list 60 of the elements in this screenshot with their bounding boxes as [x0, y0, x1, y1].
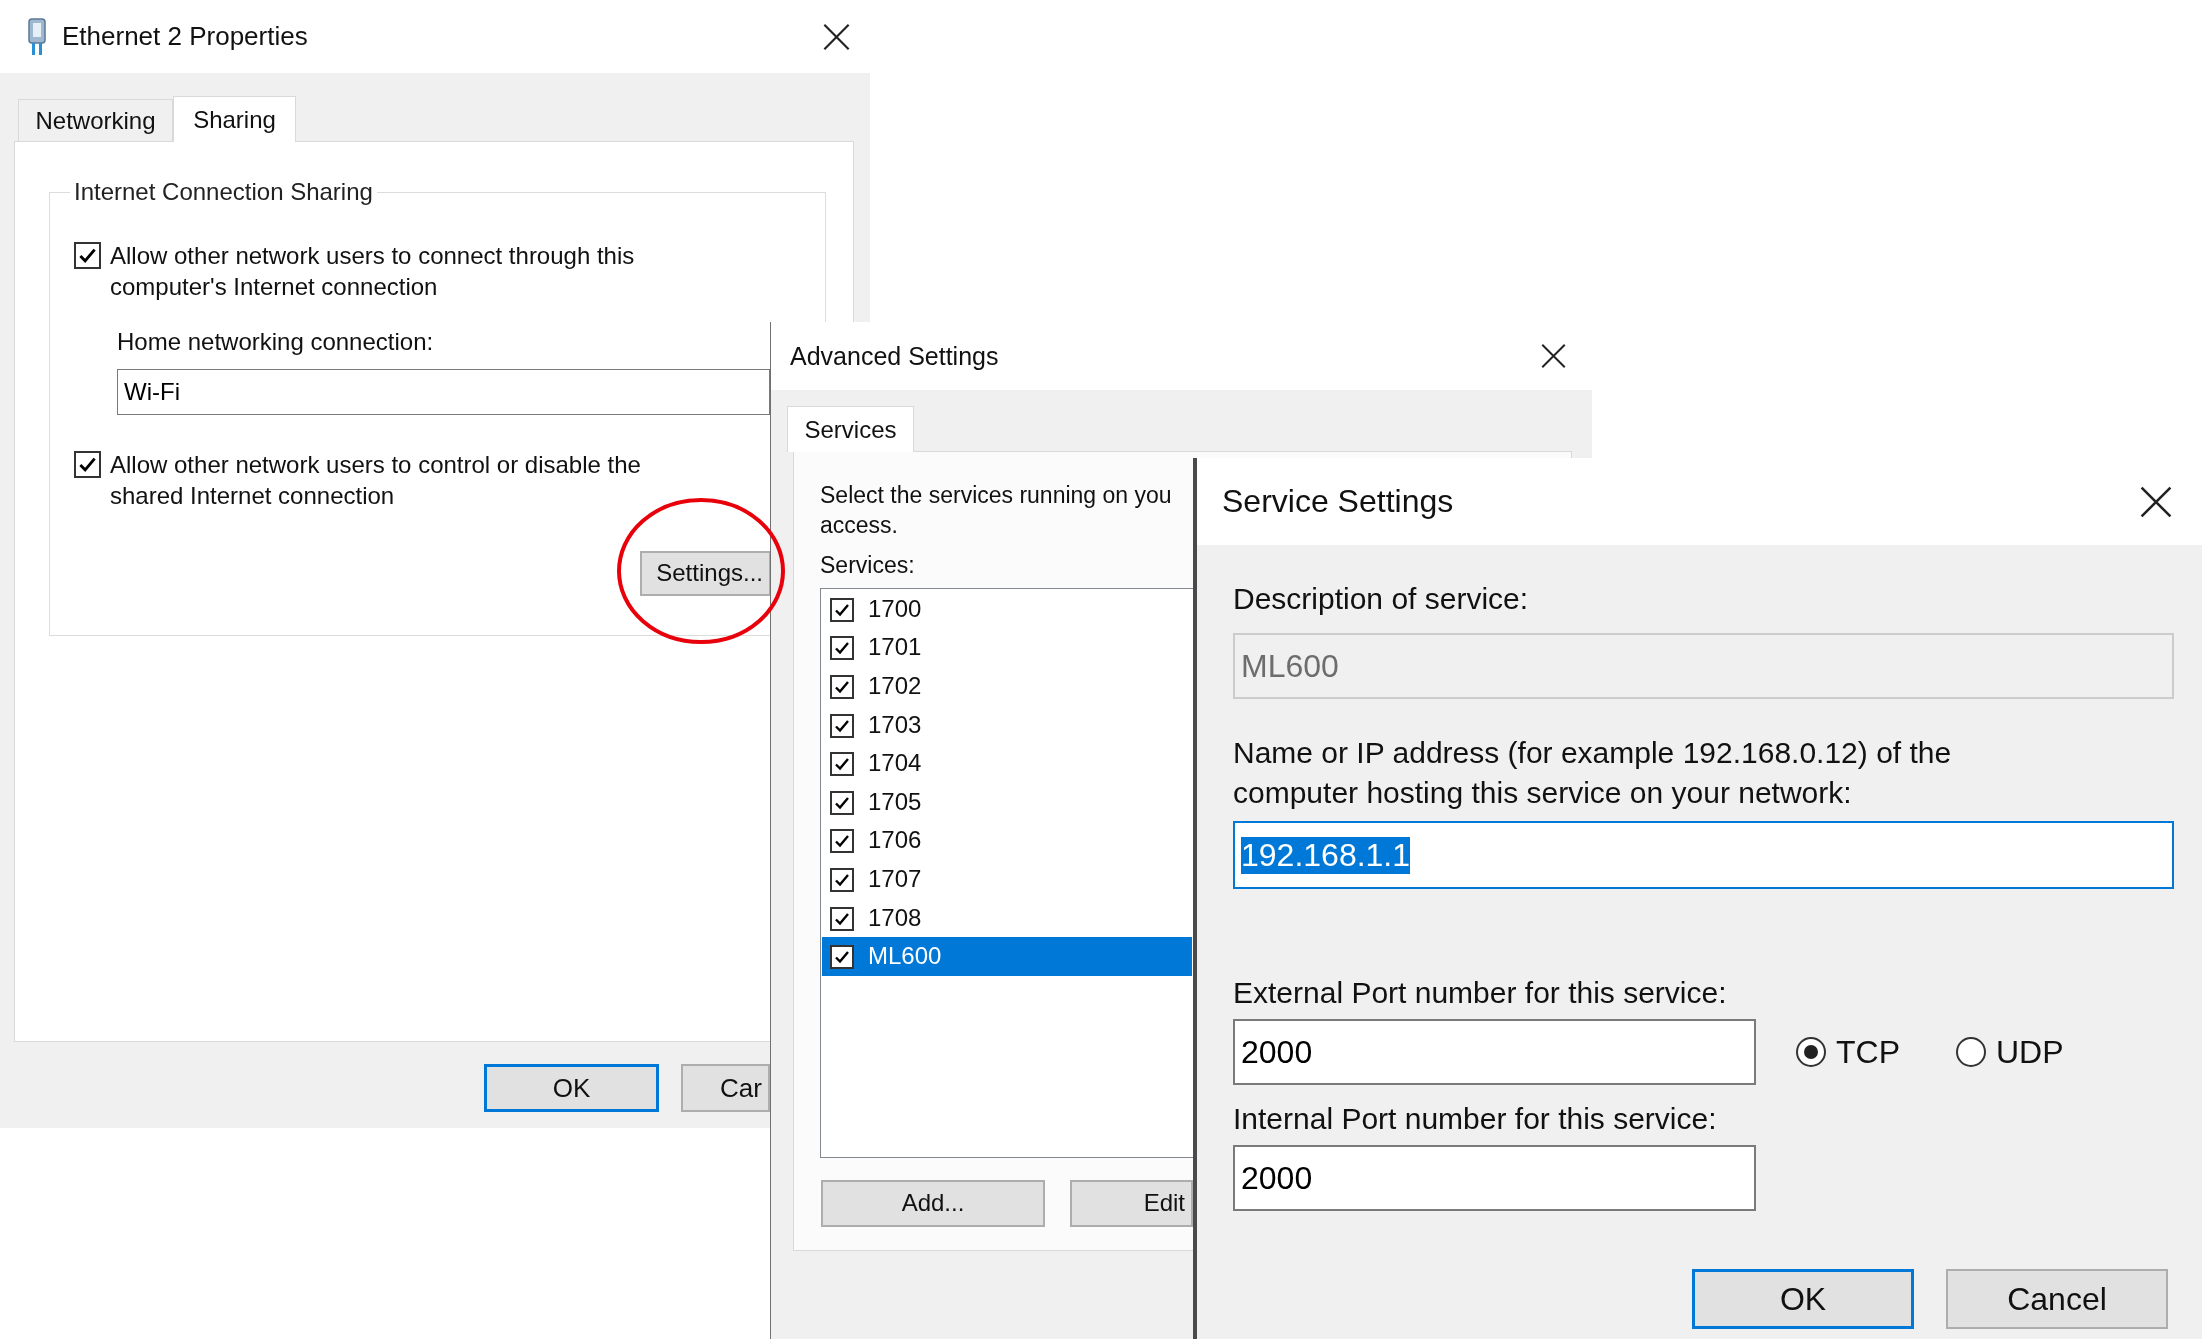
checkmark-icon: [834, 949, 850, 966]
checkbox-label: Allow other network users to connect through this computer's Internet connection: [110, 241, 636, 302]
close-icon[interactable]: [823, 23, 850, 50]
port-field[interactable]: 2000: [1233, 1145, 1756, 1211]
field-label: Name or IP address (for example 192.168.0.12) of the computer hosting this service on your network:: [1233, 735, 1953, 811]
checkmark-icon: [834, 679, 850, 696]
cancel-button[interactable]: Cancel: [1946, 1269, 2168, 1329]
list-item[interactable]: 1707: [822, 859, 1192, 899]
radio-button[interactable]: TCP: [1796, 1033, 1900, 1071]
field-label: External Port number for this service:: [1233, 975, 1728, 1011]
add-button[interactable]: Add...: [821, 1179, 1045, 1227]
checkbox[interactable]: [830, 636, 854, 661]
field-label: Internal Port number for this service:: [1233, 1101, 1718, 1137]
field-label: Services:: [820, 552, 916, 580]
checkmark-icon: [834, 640, 850, 657]
checkbox[interactable]: [830, 829, 854, 854]
tab[interactable]: Services: [787, 406, 914, 452]
list-item[interactable]: 1706: [822, 821, 1192, 860]
checkbox[interactable]: [830, 752, 854, 777]
checkbox[interactable]: [830, 945, 854, 970]
ok-button[interactable]: OK: [1692, 1269, 1914, 1329]
group-title: Internet Connection Sharing: [73, 178, 374, 206]
address-field[interactable]: 192.168.1.1: [1233, 821, 2174, 889]
window-title: Service Settings: [1222, 483, 1454, 520]
instruction-text: Select the services running on you access.: [820, 481, 1172, 540]
list-item[interactable]: 1708: [822, 898, 1192, 937]
checkbox[interactable]: [830, 597, 854, 622]
edit-button[interactable]: Edit: [1070, 1179, 1193, 1227]
port-field[interactable]: 2000: [1233, 1019, 1756, 1085]
field-label: Description of service:: [1233, 581, 1530, 617]
cancel-button[interactable]: Car: [681, 1064, 770, 1112]
checkmark-icon: [834, 872, 850, 889]
list-item[interactable]: 1700: [822, 589, 1192, 629]
list-item[interactable]: 1704: [822, 743, 1192, 783]
list-item[interactable]: ML600: [822, 936, 1192, 976]
checkbox[interactable]: [830, 713, 854, 738]
checkmark-icon: [834, 756, 850, 773]
list-item[interactable]: 1705: [822, 782, 1192, 822]
checkmark-icon: [78, 246, 97, 265]
list-item[interactable]: 1702: [822, 666, 1192, 706]
window-title: Advanced Settings: [790, 341, 999, 371]
checkmark-icon: [834, 833, 850, 850]
checkbox[interactable]: [74, 242, 101, 269]
checkbox[interactable]: [830, 868, 854, 893]
checkbox-label: Allow other network users to control or disable the shared Internet connection: [110, 449, 642, 511]
plug-icon: [26, 16, 48, 57]
window-title: Ethernet 2 Properties: [62, 21, 308, 52]
list-item[interactable]: 1701: [822, 628, 1192, 667]
checkbox[interactable]: [830, 906, 854, 931]
tab[interactable]: Networking: [18, 99, 173, 141]
ok-button[interactable]: OK: [484, 1064, 659, 1112]
checkbox[interactable]: [74, 450, 101, 478]
checkbox[interactable]: [830, 675, 854, 700]
list-item[interactable]: 1703: [822, 705, 1192, 744]
checkbox[interactable]: [830, 790, 854, 815]
close-icon[interactable]: [1541, 343, 1566, 369]
close-icon[interactable]: [2140, 485, 2172, 518]
tab[interactable]: Sharing: [173, 96, 296, 142]
radio-button[interactable]: UDP: [1956, 1033, 2064, 1071]
connection-dropdown[interactable]: Wi-Fi: [117, 368, 770, 415]
